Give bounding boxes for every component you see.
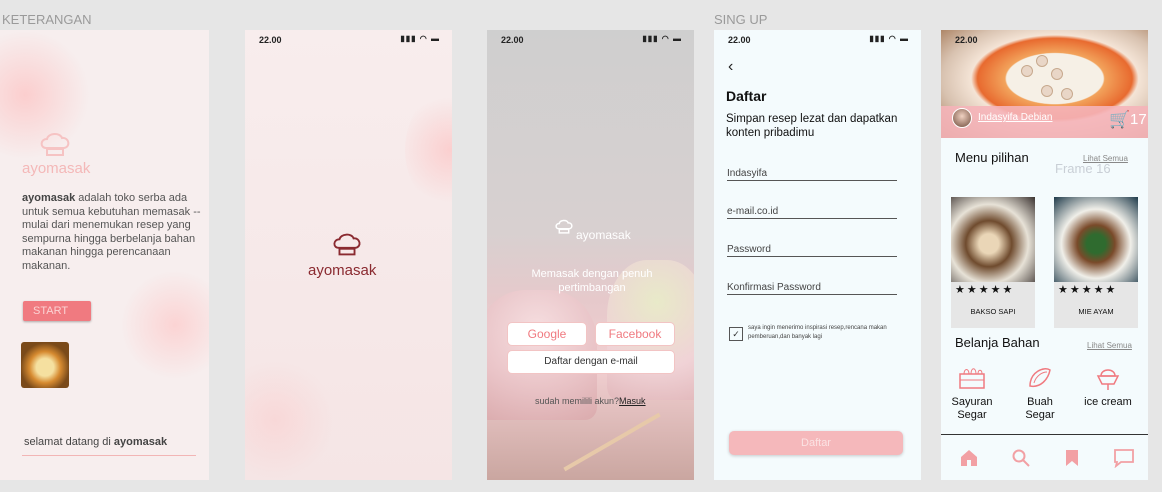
fork-image	[563, 412, 661, 472]
card-title: BAKSO SAPI	[970, 307, 1016, 316]
ice-cream-icon	[1096, 369, 1120, 390]
avatar[interactable]	[952, 108, 972, 128]
status-icons: ▮▮▮ ◠ ▬	[400, 34, 440, 43]
category-label: ice cream	[1084, 396, 1132, 408]
status-bar: 22.00 ▮▮▮ ◠ ▬	[714, 30, 921, 50]
decor-blob	[245, 360, 335, 480]
back-arrow-icon[interactable]: ‹	[728, 58, 733, 76]
rating-stars: ★★★★★	[955, 284, 1015, 296]
search-icon[interactable]	[1011, 448, 1031, 468]
confirm-password-field[interactable]: Konfirmasi Password	[727, 282, 897, 295]
brand-logo-text: ayomasak	[308, 262, 377, 279]
start-button[interactable]: START	[23, 301, 91, 321]
brand-logo-text: ayomasak	[576, 228, 631, 242]
rating-stars: ★★★★★	[1058, 284, 1118, 296]
status-bar: 22.00 ▮▮▮ ◠ ▬	[487, 30, 694, 50]
splash-frame: 22.00 ▮▮▮ ◠ ▬ ayomasak	[245, 30, 452, 480]
category-ice-cream[interactable]: ice cream	[1075, 364, 1141, 409]
vegetable-crate-icon	[959, 368, 985, 389]
status-time: 22.00	[955, 35, 978, 45]
food-image	[951, 197, 1035, 282]
name-field[interactable]: Indasyifa	[727, 168, 897, 181]
category-label: Buah Segar	[1025, 396, 1055, 421]
welcome-text: selamat datang di ayomasak	[24, 436, 168, 448]
category-vegetables[interactable]: Sayuran Segar	[945, 364, 999, 422]
chef-hat-icon	[555, 219, 573, 234]
food-thumbnail	[21, 342, 69, 388]
food-image	[1054, 197, 1138, 282]
section-title-menu: Menu pilihan	[955, 150, 1029, 165]
decor-blob	[405, 90, 452, 210]
home-icon[interactable]	[959, 448, 979, 468]
cart-count: 17	[1130, 111, 1147, 128]
section-title-belanja: Belanja Bahan	[955, 335, 1040, 350]
google-button[interactable]: Google	[507, 322, 587, 346]
fruit-icon	[1029, 368, 1051, 388]
login-prompt: sudah memilili akun?Masuk	[535, 396, 646, 406]
username-link[interactable]: Indasyifa Debian	[978, 112, 1053, 123]
facebook-button[interactable]: Facebook	[595, 322, 675, 346]
app-description: ayomasak adalah toko serba ada untuk sem…	[22, 192, 201, 272]
page-subtitle: Simpan resep lezat dan dapatkan konten p…	[726, 113, 898, 139]
status-bar: 22.00 ▮▮▮ ◠ ▬	[245, 30, 452, 50]
section-label-signup: SING UP	[714, 12, 768, 27]
bookmark-icon[interactable]	[1063, 448, 1081, 468]
status-icons: ▮▮▮ ◠ ▬	[869, 34, 909, 43]
status-time: 22.00	[259, 35, 282, 45]
menu-card-bakso[interactable]: ★★★★★ BAKSO SAPI	[951, 197, 1035, 328]
status-icons: ▮▮▮ ◠ ▬	[642, 34, 682, 43]
cart-icon[interactable]: 🛒	[1109, 110, 1130, 130]
password-field[interactable]: Password	[727, 244, 897, 257]
status-bar: 22.00	[941, 30, 1148, 50]
section-label-keterangan: KETERANGAN	[2, 12, 92, 27]
email-signup-button[interactable]: Daftar dengan e-mail	[507, 350, 675, 374]
signup-frame: 22.00 ▮▮▮ ◠ ▬ ‹ Daftar Simpan resep leza…	[714, 30, 921, 480]
divider	[22, 455, 196, 456]
category-label: Sayuran Segar	[951, 396, 993, 421]
category-fruits[interactable]: Buah Segar	[1015, 364, 1065, 422]
status-time: 22.00	[728, 35, 751, 45]
status-time: 22.00	[501, 35, 524, 45]
chef-hat-icon	[40, 133, 70, 156]
frame-label: Frame 16	[1055, 161, 1111, 176]
signup-button[interactable]: Daftar	[729, 431, 903, 455]
home-frame: 22.00 Indasyifa Debian 🛒 17 Menu pilihan…	[941, 30, 1148, 480]
menu-card-mie-ayam[interactable]: ★★★★★ MIE AYAM	[1054, 197, 1138, 328]
login-link[interactable]: Masuk	[619, 396, 646, 406]
welcome-login-frame: 22.00 ▮▮▮ ◠ ▬ ayomasak Memasak dengan pe…	[487, 30, 694, 480]
newsletter-checkbox[interactable]: ✓	[729, 327, 743, 341]
decor-blob	[120, 270, 209, 380]
newsletter-label: saya ingin menerimo inspirasi resep,renc…	[748, 325, 887, 340]
page-title: Daftar	[726, 88, 767, 104]
info-frame: ayomasak ayomasak adalah toko serba ada …	[0, 30, 209, 480]
see-all-shopping-link[interactable]: Lihat Semua	[1087, 341, 1132, 350]
card-title: MIE AYAM	[1078, 307, 1114, 316]
tagline: Memasak dengan penuh pertimbangan	[531, 268, 653, 294]
chat-icon[interactable]	[1113, 448, 1135, 468]
bottom-nav-divider	[941, 434, 1148, 435]
chef-hat-icon	[333, 233, 361, 256]
brand-logo-text: ayomasak	[22, 160, 91, 177]
email-field[interactable]: e-mail.co.id	[727, 206, 897, 219]
